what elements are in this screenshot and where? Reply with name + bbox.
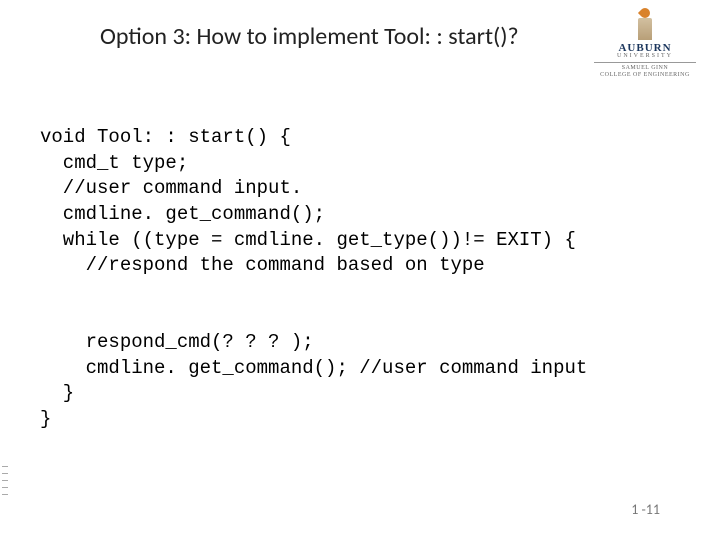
tower-icon [636,10,654,40]
code-line: cmd_t type; [40,152,188,174]
code-line: respond_cmd(? ? ? ); [40,331,314,353]
logo-college-1: SAMUEL GINN [590,65,700,72]
code-line: cmdline. get_command(); //user command i… [40,357,587,379]
slide-title: Option 3: How to implement Tool: : start… [100,22,560,51]
code-line: //respond the command based on type [40,254,485,276]
code-line: while ((type = cmdline. get_type())!= EX… [40,229,576,251]
code-block: void Tool: : start() { cmd_t type; //use… [40,125,680,433]
auburn-logo: AUBURN UNIVERSITY SAMUEL GINN COLLEGE OF… [590,10,700,79]
code-line: cmdline. get_command(); [40,203,325,225]
page-number: 1 -11 [631,501,660,518]
code-line: void Tool: : start() { [40,126,291,148]
code-line: //user command input. [40,177,302,199]
code-line: } [40,408,51,430]
binder-marks-icon [0,460,10,510]
logo-sub: UNIVERSITY [590,53,700,59]
slide: Option 3: How to implement Tool: : start… [0,0,720,540]
logo-college-2: COLLEGE OF ENGINEERING [590,72,700,79]
logo-divider [594,62,696,63]
code-line: } [40,382,74,404]
